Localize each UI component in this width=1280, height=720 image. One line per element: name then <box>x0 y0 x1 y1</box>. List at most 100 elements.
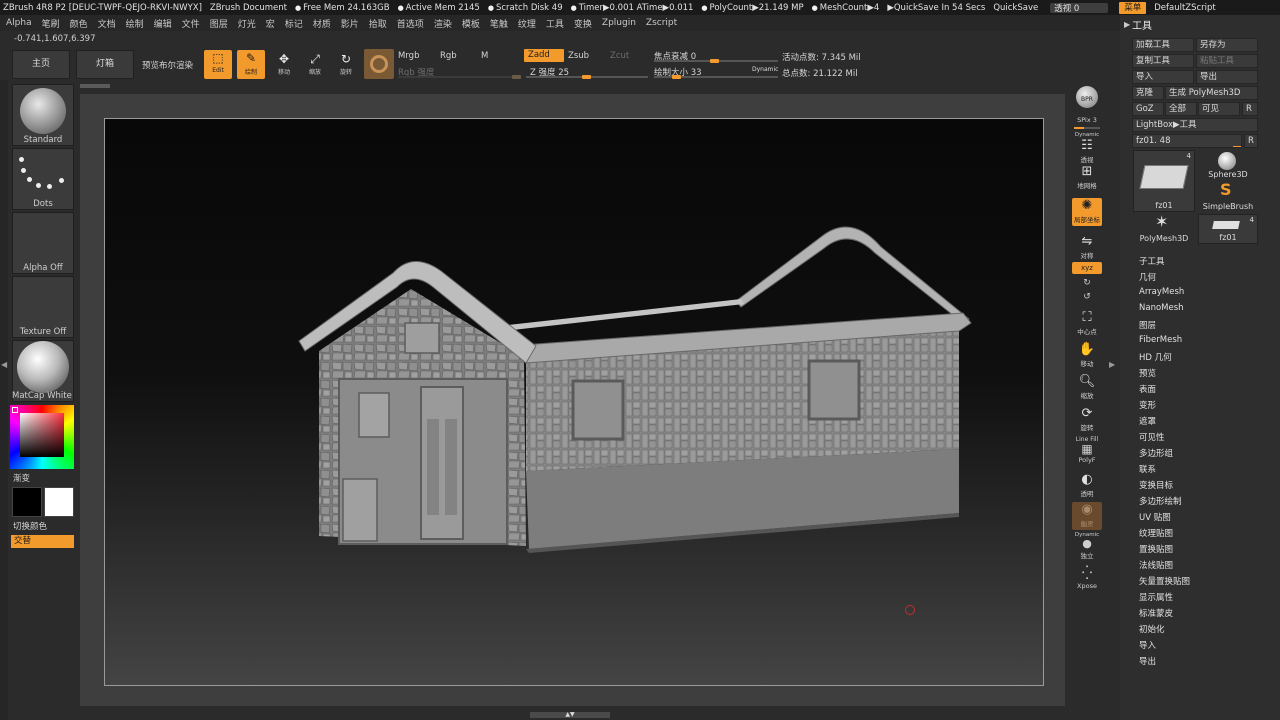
tool-subpalette-item[interactable]: 表面 <box>1139 383 1156 395</box>
zsub-button[interactable]: Zsub <box>568 51 589 61</box>
script-label[interactable]: DefaultZScript <box>1154 3 1216 13</box>
tool-subpalette-item[interactable]: 多边形组 <box>1139 447 1173 459</box>
menu-item[interactable]: 文件 <box>182 17 200 30</box>
spix-slider[interactable]: SPix 3 <box>1072 116 1102 129</box>
tool-subpalette-item[interactable]: 多边形绘制 <box>1139 495 1182 507</box>
tool-panel-collapse-icon[interactable]: ▶ <box>1124 20 1130 29</box>
left-tray-arrow-icon[interactable]: ◀ <box>1 360 7 369</box>
menu-item[interactable]: 首选项 <box>397 17 424 30</box>
tool-subpalette-item[interactable]: 变换目标 <box>1139 479 1173 491</box>
rotate-axis-z-icon[interactable]: ↻ <box>1072 278 1102 290</box>
menu-item[interactable]: Zscript <box>646 18 677 28</box>
m-button[interactable]: M <box>481 51 488 61</box>
secondary-color-swatch[interactable] <box>44 487 74 517</box>
menu-item[interactable]: 标记 <box>285 17 303 30</box>
tool-subpalette-item[interactable]: 导入 <box>1139 639 1156 651</box>
transp-button[interactable]: ◐ 透明 <box>1072 472 1102 500</box>
xpose-button[interactable]: ⁛ Xpose <box>1072 566 1102 594</box>
tool-thumb-fz01[interactable]: 4 fz01 <box>1133 150 1195 212</box>
right-tray-arrow-icon[interactable]: ▶ <box>1109 360 1115 369</box>
tool-subpalette-item[interactable]: 置换贴图 <box>1139 543 1173 555</box>
focal-shift-track[interactable] <box>654 59 778 63</box>
tool-subpalette-item[interactable]: 变形 <box>1139 399 1156 411</box>
current-tool-slider[interactable]: fz01. 48 <box>1132 134 1242 148</box>
focal-shift-knob[interactable] <box>710 59 719 63</box>
current-tool-r-button[interactable]: R <box>1244 134 1258 148</box>
lightbox-button[interactable]: 灯箱 <box>76 50 134 79</box>
tool-subpalette-item[interactable]: ArrayMesh <box>1139 287 1184 297</box>
tool-subpalette-item[interactable]: 标准蒙皮 <box>1139 607 1173 619</box>
rotate-view-button[interactable]: ⟳ 旋转 <box>1072 406 1102 434</box>
tool-subpalette-item[interactable]: 子工具 <box>1139 255 1165 267</box>
tool-subpalette-item[interactable]: UV 贴图 <box>1139 511 1171 523</box>
tool-subpalette-item[interactable]: 预览 <box>1139 367 1156 379</box>
goz-visible-button[interactable]: 可见 <box>1198 102 1240 116</box>
menu-item[interactable]: 工具 <box>546 17 564 30</box>
rotate-axis-y-icon[interactable]: ↺ <box>1072 292 1102 304</box>
mrgb-button[interactable]: Mrgb <box>398 51 419 61</box>
main-color-swatch[interactable] <box>12 487 42 517</box>
export-button[interactable]: 导出 <box>1196 70 1258 84</box>
tool-thumb-simplebrush[interactable]: S SimpleBrush <box>1198 180 1258 212</box>
bpr-button[interactable]: BPR <box>1072 86 1102 114</box>
zoom-view-button[interactable]: 🔍︎ 缩放 <box>1072 374 1102 402</box>
menu-item[interactable]: 渲染 <box>434 17 452 30</box>
menu-item[interactable]: Zplugin <box>602 18 636 28</box>
rgb-intensity-track[interactable] <box>398 75 521 79</box>
frame-button[interactable]: ⛶ 中心点 <box>1072 310 1102 338</box>
import-button[interactable]: 导入 <box>1132 70 1194 84</box>
paste-tool-button[interactable]: 粘贴工具 <box>1196 54 1258 68</box>
scale-button[interactable]: ⤢ 缩放 <box>303 52 327 80</box>
goz-r-button[interactable]: R <box>1242 102 1258 116</box>
switch-color-button[interactable]: 切换颜色 <box>13 520 47 532</box>
material-swatch-button[interactable] <box>364 49 394 79</box>
tool-subpalette-item[interactable]: 可见性 <box>1139 431 1165 443</box>
preview-render-button[interactable]: 预览布尔渲染 <box>142 59 193 71</box>
menu-item[interactable]: 文档 <box>98 17 116 30</box>
solo-button[interactable]: Dynamic ● 独立 <box>1072 532 1102 560</box>
shelf-scroll-handle[interactable] <box>80 84 110 88</box>
polyf-button[interactable]: Line Fill ▦ PolyF <box>1072 436 1102 464</box>
rgb-button[interactable]: Rgb <box>440 51 457 61</box>
tool-subpalette-item[interactable]: 遮罩 <box>1139 415 1156 427</box>
menu-item[interactable]: Alpha <box>6 18 32 28</box>
tool-subpalette-item[interactable]: 显示属性 <box>1139 591 1173 603</box>
house-model[interactable] <box>105 119 1044 686</box>
menu-item[interactable]: 宏 <box>266 17 275 30</box>
local-button[interactable]: ✺ 局部坐标 <box>1072 198 1102 226</box>
load-tool-button[interactable]: 加载工具 <box>1132 38 1194 52</box>
tool-subpalette-item[interactable]: 导出 <box>1139 655 1156 667</box>
menu-item[interactable]: 变换 <box>574 17 592 30</box>
draw-size-knob[interactable] <box>672 75 681 79</box>
zcut-button[interactable]: Zcut <box>610 51 629 61</box>
menu-item[interactable]: 笔刷 <box>42 17 60 30</box>
symmetry-button[interactable]: ⇋ 对称 <box>1072 234 1102 262</box>
goz-button[interactable]: GoZ <box>1132 102 1164 116</box>
rotate-button[interactable]: ↻ 旋转 <box>334 52 358 80</box>
move-button[interactable]: ✥ 移动 <box>272 52 296 80</box>
tool-thumb-polymesh3d[interactable]: ✶ PolyMesh3D <box>1133 212 1195 244</box>
make-polymesh-button[interactable]: 生成 PolyMesh3D <box>1165 86 1258 100</box>
color-picker-square[interactable] <box>20 413 64 457</box>
clone-button[interactable]: 克隆 <box>1132 86 1164 100</box>
menu-item[interactable]: 材质 <box>313 17 331 30</box>
zadd-button[interactable]: Zadd <box>524 49 564 62</box>
menu-item[interactable]: 笔触 <box>490 17 508 30</box>
z-intensity-track[interactable] <box>526 75 648 79</box>
canvas-bottom-handle[interactable]: ▲▼ <box>530 712 610 718</box>
quicksave-button[interactable]: QuickSave <box>993 3 1038 13</box>
menu-item[interactable]: 灯光 <box>238 17 256 30</box>
goz-all-button[interactable]: 全部 <box>1165 102 1197 116</box>
tool-subpalette-item[interactable]: HD 几何 <box>1139 351 1172 363</box>
menu-item[interactable]: 拾取 <box>369 17 387 30</box>
copy-tool-button[interactable]: 复制工具 <box>1132 54 1194 68</box>
draw-button[interactable]: ✎ 绘制 <box>237 50 265 79</box>
persp-button[interactable]: Dynamic ☷ 透视 <box>1072 132 1102 164</box>
z-intensity-knob[interactable] <box>582 75 591 79</box>
floor-button[interactable]: ⊞ 地网格 <box>1072 164 1102 192</box>
menus-button[interactable]: 菜单 <box>1119 1 1147 14</box>
edit-button[interactable]: ⬚ Edit <box>204 50 232 79</box>
menu-item[interactable]: 颜色 <box>70 17 88 30</box>
tool-subpalette-item[interactable]: 图层 <box>1139 319 1156 331</box>
menu-item[interactable]: 编辑 <box>154 17 172 30</box>
